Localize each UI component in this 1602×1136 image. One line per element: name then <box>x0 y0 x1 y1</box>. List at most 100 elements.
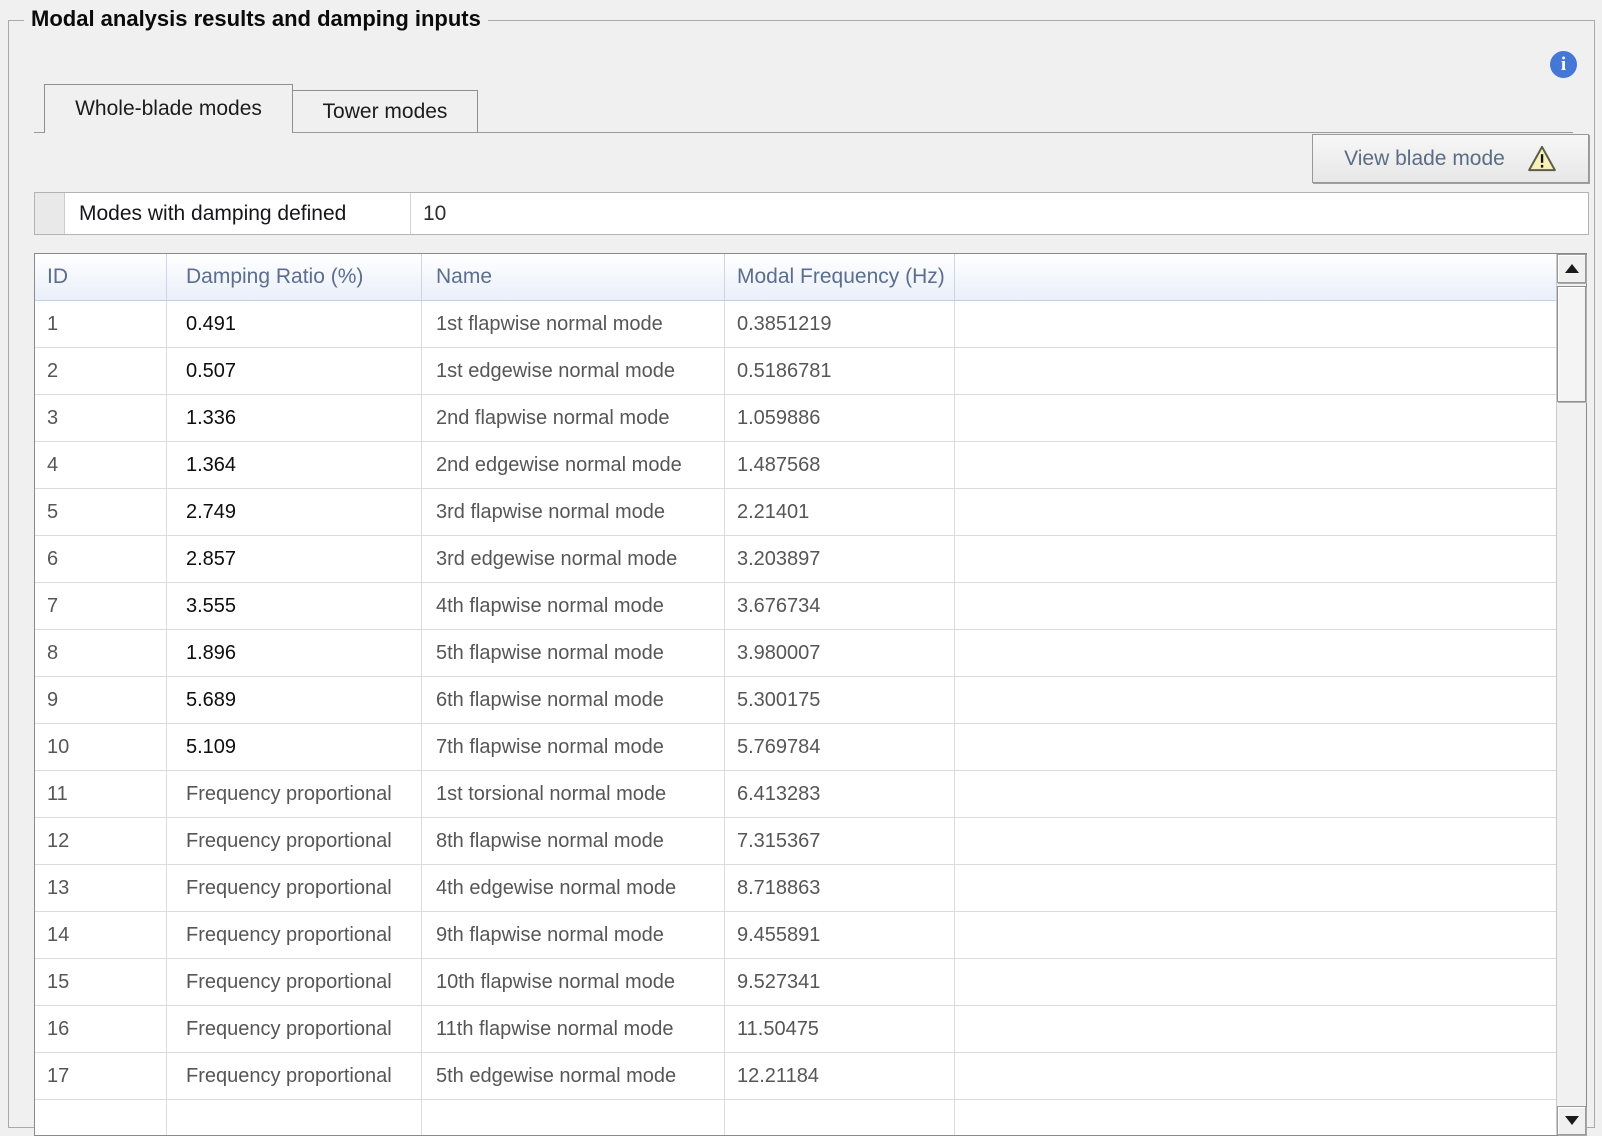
column-header-id[interactable]: ID <box>35 254 167 300</box>
cell-damping-ratio[interactable]: 2.857 <box>167 536 422 582</box>
column-header-name[interactable]: Name <box>422 254 725 300</box>
cell-damping-ratio[interactable]: 0.507 <box>167 348 422 394</box>
cell-id: 14 <box>35 912 167 958</box>
tab-whole-blade-modes[interactable]: Whole-blade modes <box>44 84 293 133</box>
table-row[interactable]: 41.3642nd edgewise normal mode1.487568 <box>35 442 1556 489</box>
cell-damping-ratio[interactable]: 5.109 <box>167 724 422 770</box>
table-row[interactable]: 13Frequency proportional4th edgewise nor… <box>35 865 1556 912</box>
cell-damping-ratio[interactable]: 1.364 <box>167 442 422 488</box>
cell-modal-frequency: 9.527341 <box>725 959 955 1005</box>
scroll-down-icon <box>1565 1116 1579 1125</box>
table-row[interactable]: 62.8573rd edgewise normal mode3.203897 <box>35 536 1556 583</box>
scroll-up-button[interactable] <box>1557 254 1586 283</box>
cell-damping-ratio[interactable]: Frequency proportional <box>167 818 422 864</box>
cell-damping-ratio[interactable]: 3.555 <box>167 583 422 629</box>
view-blade-mode-label: View blade mode <box>1344 147 1505 171</box>
cell-empty <box>955 1100 1556 1135</box>
table-row-empty <box>35 1100 1556 1135</box>
scrollbar-thumb[interactable] <box>1557 286 1586 402</box>
table-row[interactable]: 17Frequency proportional5th edgewise nor… <box>35 1053 1556 1100</box>
modal-analysis-group-box: i Whole-blade modes Tower modes View bla… <box>8 20 1595 1128</box>
view-blade-mode-button[interactable]: View blade mode <box>1312 134 1589 183</box>
warning-icon <box>1527 145 1557 172</box>
row-selector-handle[interactable] <box>35 193 65 234</box>
cell-id: 16 <box>35 1006 167 1052</box>
table-body: 10.4911st flapwise normal mode0.38512192… <box>35 301 1556 1135</box>
cell-id: 11 <box>35 771 167 817</box>
table-row[interactable]: 105.1097th flapwise normal mode5.769784 <box>35 724 1556 771</box>
table-row[interactable]: 12Frequency proportional8th flapwise nor… <box>35 818 1556 865</box>
cell-damping-ratio[interactable]: Frequency proportional <box>167 865 422 911</box>
cell-name: 8th flapwise normal mode <box>422 818 725 864</box>
cell-name: 7th flapwise normal mode <box>422 724 725 770</box>
cell-damping-ratio[interactable]: 1.336 <box>167 395 422 441</box>
cell-id: 6 <box>35 536 167 582</box>
cell-empty <box>35 1100 167 1135</box>
cell-filler <box>955 583 1556 629</box>
cell-name: 10th flapwise normal mode <box>422 959 725 1005</box>
table-row[interactable]: 15Frequency proportional10th flapwise no… <box>35 959 1556 1006</box>
cell-empty <box>167 1100 422 1135</box>
cell-modal-frequency: 6.413283 <box>725 771 955 817</box>
table-row[interactable]: 52.7493rd flapwise normal mode2.21401 <box>35 489 1556 536</box>
table-content: IDDamping Ratio (%)NameModal Frequency (… <box>35 254 1556 1135</box>
cell-id: 15 <box>35 959 167 1005</box>
cell-id: 12 <box>35 818 167 864</box>
cell-empty <box>725 1100 955 1135</box>
cell-name: 1st torsional normal mode <box>422 771 725 817</box>
cell-id: 2 <box>35 348 167 394</box>
cell-damping-ratio[interactable]: 0.491 <box>167 301 422 347</box>
cell-filler <box>955 301 1556 347</box>
column-header-damping[interactable]: Damping Ratio (%) <box>167 254 422 300</box>
cell-filler <box>955 865 1556 911</box>
table-row[interactable]: 11Frequency proportional1st torsional no… <box>35 771 1556 818</box>
table-row[interactable]: 20.5071st edgewise normal mode0.5186781 <box>35 348 1556 395</box>
cell-filler <box>955 818 1556 864</box>
cell-name: 2nd flapwise normal mode <box>422 395 725 441</box>
cell-modal-frequency: 3.676734 <box>725 583 955 629</box>
cell-name: 5th flapwise normal mode <box>422 630 725 676</box>
table-row[interactable]: 31.3362nd flapwise normal mode1.059886 <box>35 395 1556 442</box>
cell-filler <box>955 959 1556 1005</box>
cell-id: 10 <box>35 724 167 770</box>
table-row[interactable]: 81.8965th flapwise normal mode3.980007 <box>35 630 1556 677</box>
table-row[interactable]: 14Frequency proportional9th flapwise nor… <box>35 912 1556 959</box>
cell-damping-ratio[interactable]: 1.896 <box>167 630 422 676</box>
column-header-freq[interactable]: Modal Frequency (Hz) <box>725 254 955 300</box>
table-row[interactable]: 95.6896th flapwise normal mode5.300175 <box>35 677 1556 724</box>
cell-filler <box>955 1053 1556 1099</box>
cell-name: 6th flapwise normal mode <box>422 677 725 723</box>
cell-modal-frequency: 1.487568 <box>725 442 955 488</box>
modes-with-damping-value[interactable]: 10 <box>411 193 1588 234</box>
vertical-scrollbar[interactable] <box>1556 254 1586 1135</box>
cell-id: 7 <box>35 583 167 629</box>
cell-filler <box>955 677 1556 723</box>
cell-name: 3rd flapwise normal mode <box>422 489 725 535</box>
cell-damping-ratio[interactable]: Frequency proportional <box>167 771 422 817</box>
cell-modal-frequency: 0.3851219 <box>725 301 955 347</box>
table-row[interactable]: 10.4911st flapwise normal mode0.3851219 <box>35 301 1556 348</box>
scroll-down-button[interactable] <box>1557 1106 1586 1135</box>
cell-filler <box>955 442 1556 488</box>
table-row[interactable]: 16Frequency proportional11th flapwise no… <box>35 1006 1556 1053</box>
cell-name: 3rd edgewise normal mode <box>422 536 725 582</box>
cell-id: 13 <box>35 865 167 911</box>
tab-tower-modes[interactable]: Tower modes <box>292 90 478 132</box>
cell-damping-ratio[interactable]: Frequency proportional <box>167 959 422 1005</box>
cell-damping-ratio[interactable]: 5.689 <box>167 677 422 723</box>
cell-damping-ratio[interactable]: Frequency proportional <box>167 1053 422 1099</box>
cell-damping-ratio[interactable]: Frequency proportional <box>167 1006 422 1052</box>
cell-name: 4th edgewise normal mode <box>422 865 725 911</box>
cell-filler <box>955 630 1556 676</box>
cell-id: 4 <box>35 442 167 488</box>
cell-damping-ratio[interactable]: 2.749 <box>167 489 422 535</box>
modes-with-damping-row: Modes with damping defined 10 <box>34 192 1589 235</box>
cell-damping-ratio[interactable]: Frequency proportional <box>167 912 422 958</box>
info-icon[interactable]: i <box>1550 51 1577 78</box>
modes-table: IDDamping Ratio (%)NameModal Frequency (… <box>34 253 1587 1136</box>
cell-filler <box>955 912 1556 958</box>
cell-modal-frequency: 9.455891 <box>725 912 955 958</box>
modes-with-damping-label: Modes with damping defined <box>65 193 411 234</box>
cell-modal-frequency: 0.5186781 <box>725 348 955 394</box>
table-row[interactable]: 73.5554th flapwise normal mode3.676734 <box>35 583 1556 630</box>
